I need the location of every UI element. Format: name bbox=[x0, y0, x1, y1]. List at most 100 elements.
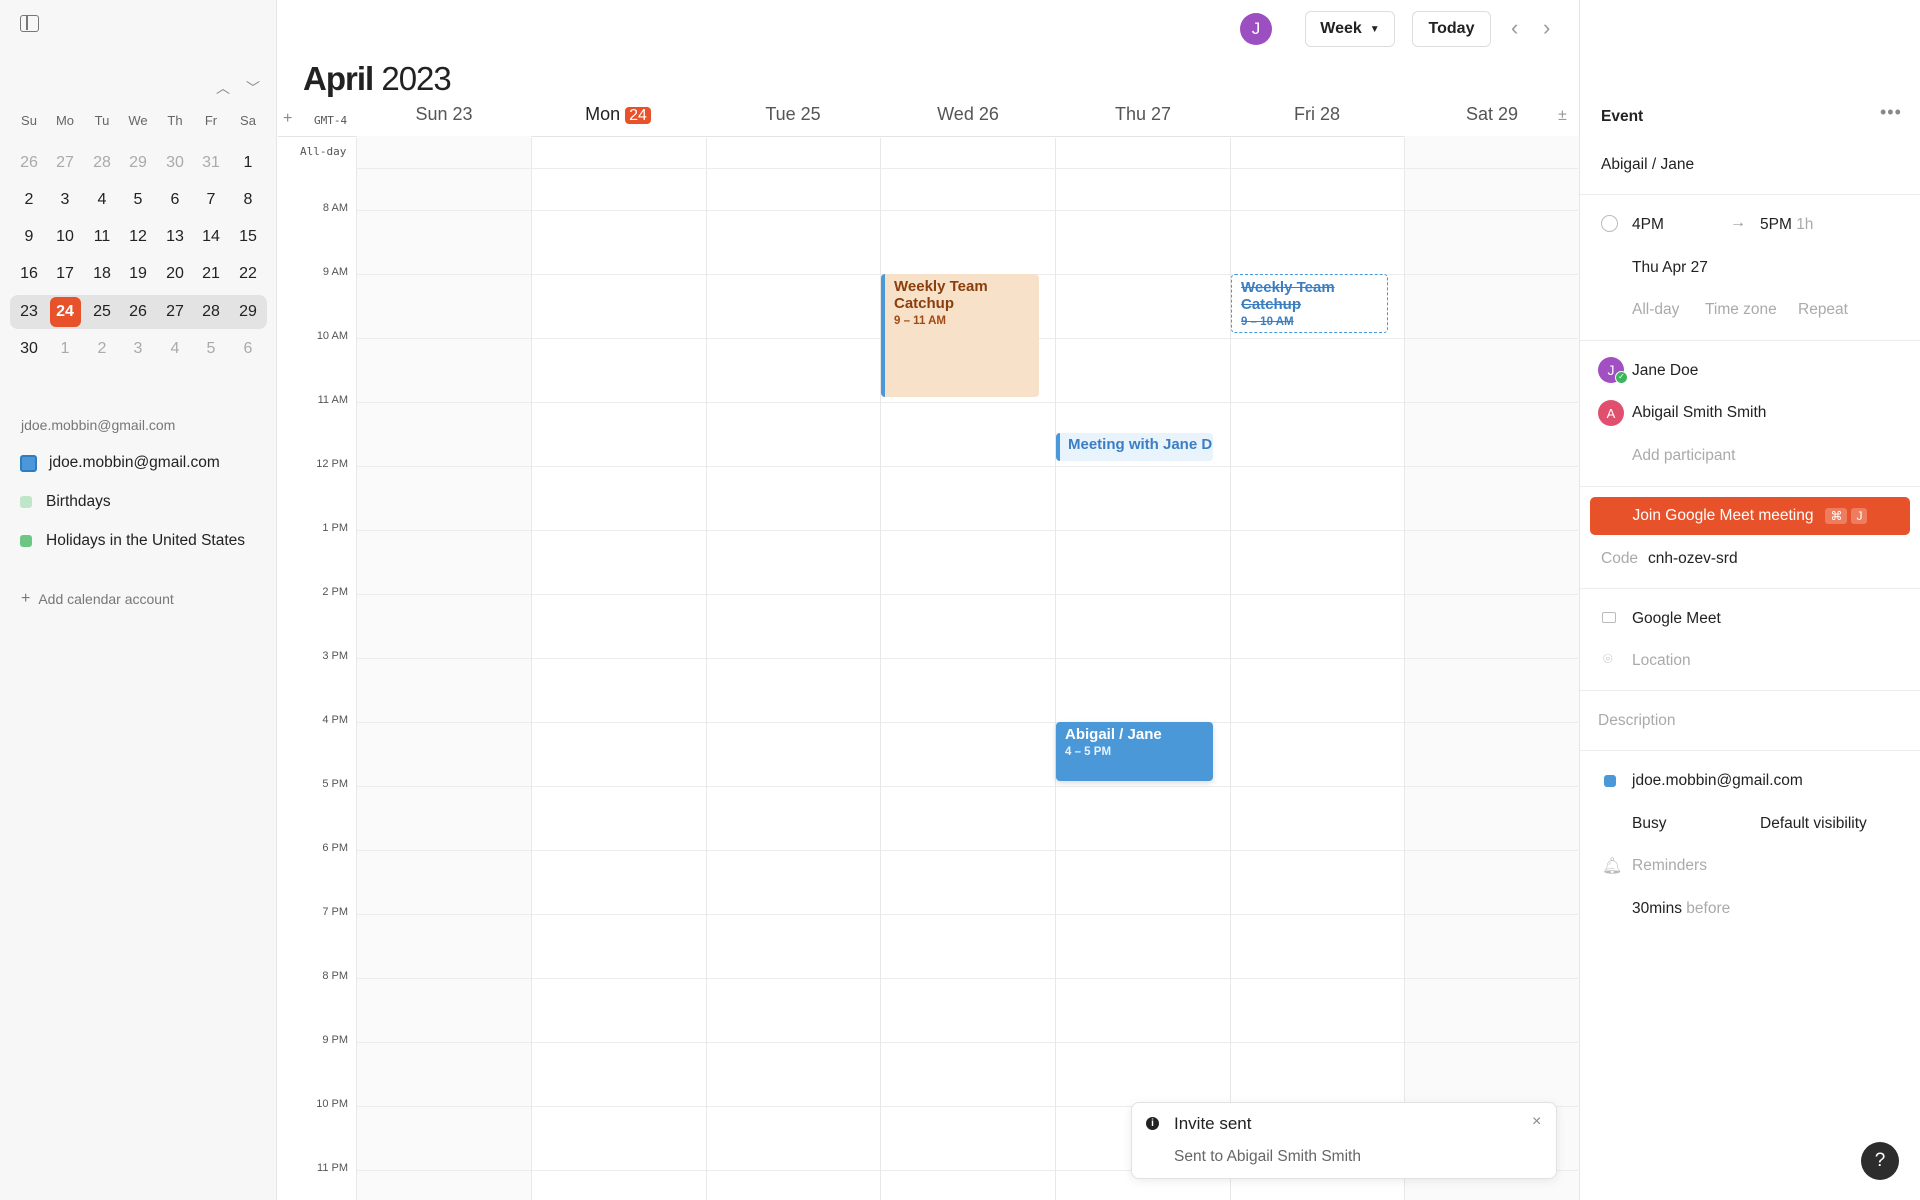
mini-cal-day[interactable]: 26 bbox=[11, 147, 47, 178]
reminder-entry[interactable]: 30mins before bbox=[1632, 900, 1730, 918]
all-day-option[interactable]: All-day bbox=[1632, 301, 1679, 319]
calendar-item-primary[interactable]: jdoe.mobbin@gmail.com bbox=[20, 454, 220, 472]
mini-cal-day[interactable]: 30 bbox=[157, 147, 193, 178]
add-participant-input[interactable]: Add participant bbox=[1632, 447, 1735, 465]
repeat-option[interactable]: Repeat bbox=[1798, 301, 1848, 319]
mini-cal-day[interactable]: 12 bbox=[120, 221, 156, 252]
page-title: April 2023 bbox=[303, 60, 452, 98]
user-avatar[interactable]: J bbox=[1240, 13, 1272, 45]
description-input[interactable]: Description bbox=[1598, 712, 1676, 730]
add-timezone-icon[interactable]: + bbox=[283, 110, 292, 128]
location-input[interactable]: Location bbox=[1632, 652, 1691, 670]
meeting-code[interactable]: cnh-ozev-srd bbox=[1648, 550, 1738, 568]
feed-icon[interactable] bbox=[20, 535, 32, 547]
participant-name[interactable]: Abigail Smith Smith bbox=[1632, 404, 1766, 422]
mini-cal-day[interactable]: 20 bbox=[157, 258, 193, 289]
day-header-tue[interactable]: Tue 25 bbox=[706, 104, 880, 125]
reminder-unit: mins bbox=[1649, 900, 1682, 917]
mini-cal-day[interactable]: 24 bbox=[47, 296, 83, 327]
mini-cal-day[interactable]: 4 bbox=[157, 333, 193, 364]
event-calendar[interactable]: jdoe.mobbin@gmail.com bbox=[1632, 772, 1803, 790]
mini-cal-day[interactable]: 25 bbox=[84, 296, 120, 327]
mini-cal-day[interactable]: 9 bbox=[11, 221, 47, 252]
event-abigail-jane[interactable]: Abigail / Jane 4 – 5 PM bbox=[1056, 722, 1213, 781]
day-header-mon[interactable]: Mon 24 bbox=[531, 104, 705, 125]
mini-cal-day[interactable]: 11 bbox=[84, 221, 120, 252]
conference-type[interactable]: Google Meet bbox=[1632, 610, 1721, 628]
day-header-fri[interactable]: Fri 28 bbox=[1230, 104, 1404, 125]
time-zone-option[interactable]: Time zone bbox=[1705, 301, 1777, 319]
day-header-thu[interactable]: Thu 27 bbox=[1056, 104, 1230, 125]
close-icon[interactable]: × bbox=[1532, 1113, 1541, 1131]
visibility-setting[interactable]: Default visibility bbox=[1760, 815, 1867, 833]
mini-cal-day[interactable]: 16 bbox=[11, 258, 47, 289]
mini-cal-next-icon[interactable]: ﹀ bbox=[246, 78, 260, 98]
day-header-wed[interactable]: Wed 26 bbox=[881, 104, 1055, 125]
mini-cal-day[interactable]: 14 bbox=[193, 221, 229, 252]
event-meeting-with-jane[interactable]: Meeting with Jane D bbox=[1056, 433, 1213, 461]
mini-cal-day[interactable]: 31 bbox=[193, 147, 229, 178]
mini-cal-day[interactable]: 13 bbox=[157, 221, 193, 252]
feed-icon[interactable] bbox=[20, 496, 32, 508]
avatar-initial: J bbox=[1251, 19, 1261, 38]
add-calendar-account-button[interactable]: + Add calendar account bbox=[21, 590, 174, 608]
join-google-meet-button[interactable]: Join Google Meet meeting ⌘ J bbox=[1590, 497, 1910, 535]
mini-cal-day[interactable]: 22 bbox=[230, 258, 266, 289]
start-time[interactable]: 4PM bbox=[1632, 216, 1664, 234]
mini-cal-day[interactable]: 30 bbox=[11, 333, 47, 364]
mini-cal-day[interactable]: 3 bbox=[47, 184, 83, 215]
mini-cal-day[interactable]: 6 bbox=[230, 333, 266, 364]
mini-cal-prev-icon[interactable]: ︿ bbox=[216, 78, 230, 98]
mini-cal-day[interactable]: 15 bbox=[230, 221, 266, 252]
weekday-header: Sa bbox=[240, 113, 256, 128]
more-options-icon[interactable]: ••• bbox=[1880, 102, 1902, 123]
prev-week-icon[interactable]: ‹ bbox=[1511, 15, 1518, 41]
sidebar-toggle-icon[interactable] bbox=[20, 15, 39, 32]
mini-cal-day[interactable]: 5 bbox=[193, 333, 229, 364]
event-weekly-team-catchup-fri-draft[interactable]: Weekly Team Catchup 9 – 10 AM bbox=[1231, 274, 1388, 333]
mini-cal-day[interactable]: 3 bbox=[120, 333, 156, 364]
next-week-icon[interactable]: › bbox=[1543, 15, 1550, 41]
event-title: Weekly Team Catchup bbox=[894, 278, 988, 312]
calendar-color-swatch[interactable] bbox=[20, 454, 37, 472]
calendar-item-holidays[interactable]: Holidays in the United States bbox=[20, 532, 245, 550]
view-selector-button[interactable]: Week ▼ bbox=[1305, 11, 1395, 47]
divider bbox=[1580, 194, 1920, 195]
calendar-item-birthdays[interactable]: Birthdays bbox=[20, 493, 111, 511]
accepted-check-icon: ✓ bbox=[1615, 371, 1628, 384]
mini-cal-day[interactable]: 28 bbox=[193, 296, 229, 327]
mini-cal-day[interactable]: 2 bbox=[84, 333, 120, 364]
end-time[interactable]: 5PM 1h bbox=[1760, 216, 1813, 234]
mini-cal-day[interactable]: 1 bbox=[47, 333, 83, 364]
mini-cal-day[interactable]: 2 bbox=[11, 184, 47, 215]
mini-cal-day[interactable]: 19 bbox=[120, 258, 156, 289]
mini-cal-day[interactable]: 17 bbox=[47, 258, 83, 289]
mini-cal-day[interactable]: 4 bbox=[84, 184, 120, 215]
mini-cal-day[interactable]: 8 bbox=[230, 184, 266, 215]
mini-cal-day[interactable]: 10 bbox=[47, 221, 83, 252]
mini-cal-day[interactable]: 26 bbox=[120, 296, 156, 327]
mini-cal-day[interactable]: 27 bbox=[47, 147, 83, 178]
help-button[interactable]: ? bbox=[1861, 1142, 1899, 1180]
event-date[interactable]: Thu Apr 27 bbox=[1632, 259, 1708, 277]
day-header-sun[interactable]: Sun 23 bbox=[357, 104, 531, 125]
mini-cal-day[interactable]: 21 bbox=[193, 258, 229, 289]
today-button[interactable]: Today bbox=[1412, 11, 1491, 47]
participant-name[interactable]: Jane Doe bbox=[1632, 362, 1698, 380]
event-weekly-team-catchup-wed[interactable]: Weekly Team Catchup 9 – 11 AM bbox=[881, 274, 1039, 397]
reminders-label[interactable]: Reminders bbox=[1632, 857, 1707, 875]
mini-cal-day[interactable]: 18 bbox=[84, 258, 120, 289]
mini-cal-day[interactable]: 7 bbox=[193, 184, 229, 215]
mini-cal-day[interactable]: 23 bbox=[11, 296, 47, 327]
mini-cal-day[interactable]: 5 bbox=[120, 184, 156, 215]
busy-status[interactable]: Busy bbox=[1632, 815, 1666, 833]
mini-cal-day[interactable]: 29 bbox=[120, 147, 156, 178]
day-header-sat[interactable]: Sat 29 bbox=[1405, 104, 1579, 125]
mini-cal-day[interactable]: 27 bbox=[157, 296, 193, 327]
event-title-field[interactable]: Abigail / Jane bbox=[1601, 156, 1694, 174]
mini-cal-day[interactable]: 1 bbox=[230, 147, 266, 178]
mini-cal-day[interactable]: 29 bbox=[230, 296, 266, 327]
mini-cal-day[interactable]: 6 bbox=[157, 184, 193, 215]
mini-cal-day[interactable]: 28 bbox=[84, 147, 120, 178]
hour-label: 2 PM bbox=[322, 586, 348, 598]
